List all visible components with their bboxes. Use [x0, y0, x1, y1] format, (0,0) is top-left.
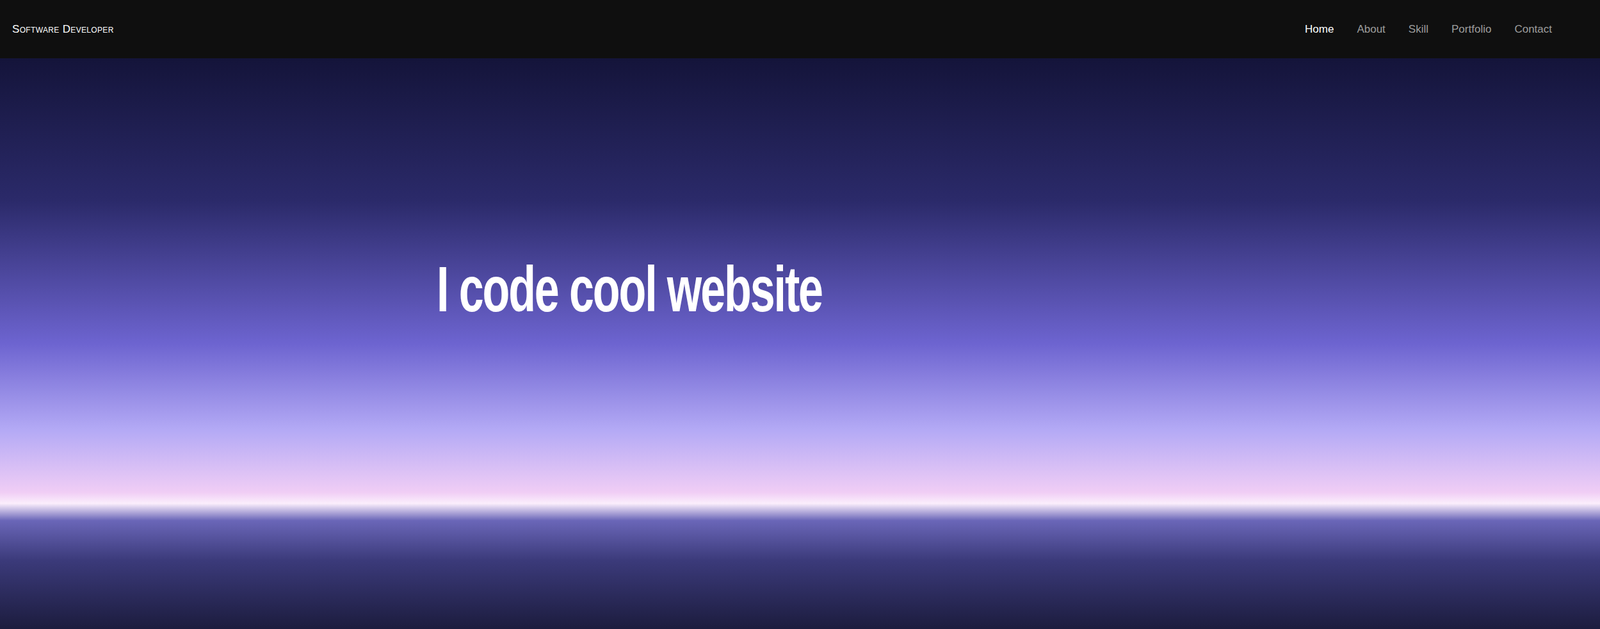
hero: I code cool website: [0, 58, 1600, 629]
nav-link[interactable]: Home: [1295, 16, 1344, 43]
nav-link[interactable]: Portfolio: [1441, 16, 1501, 43]
nav-link[interactable]: Skill: [1398, 16, 1439, 43]
nav-menu: HomeAboutSkillPortfolioContact: [1295, 16, 1562, 43]
page: Software Developer HomeAboutSkillPortfoli…: [0, 0, 1600, 629]
nav-link[interactable]: About: [1347, 16, 1395, 43]
navbar: Software Developer HomeAboutSkillPortfoli…: [0, 0, 1600, 59]
hero-heading: I code cool website: [436, 253, 1252, 324]
brand-link[interactable]: Software Developer: [12, 21, 114, 38]
nav-link[interactable]: Contact: [1504, 16, 1562, 43]
